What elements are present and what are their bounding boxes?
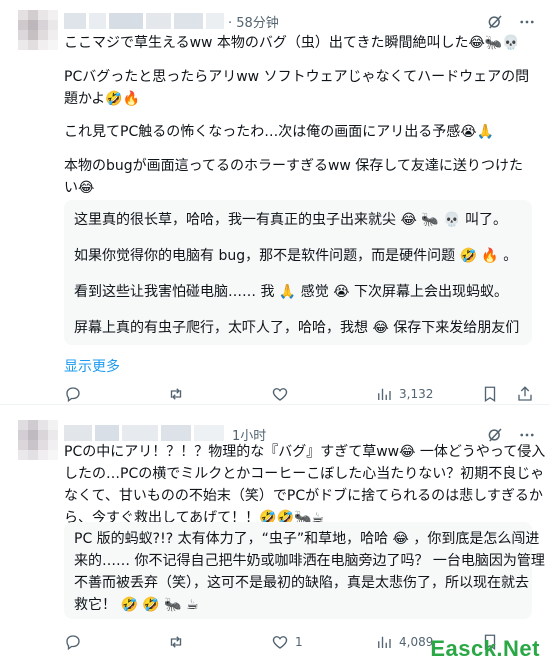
post-text-line: 本物のbugが画面這ってるのホラーすぎるww 保存して友達に送りつけたい😂 <box>64 158 524 196</box>
views-icon <box>378 388 391 400</box>
share-button[interactable] <box>516 385 534 403</box>
show-more-link[interactable]: 显示更多 <box>64 356 120 376</box>
more-options-icon[interactable] <box>518 13 536 31</box>
translation-line: PC 版的蚂蚁?!? 太有体力了，“虫子”和草地，哈哈 😂 ，你到底是怎么闯进 <box>74 531 540 547</box>
grok-icon[interactable] <box>486 13 504 31</box>
translation-box: PC 版的蚂蚁?!? 太有体力了，“虫子”和草地，哈哈 😂 ，你到底是怎么闯进 … <box>64 522 545 619</box>
views-icon <box>378 636 391 648</box>
translation-box: 这里真的很长草，哈哈，我一有真正的虫子出来就尖 😂 🐜 💀 叫了。 如果你觉得你… <box>64 200 532 345</box>
post-timestamp[interactable]: · 58分钟 <box>228 12 279 31</box>
translation-line: 这里真的很长草，哈哈，我一有真正的虫子出来就尖 😂 🐜 💀 叫了。 <box>74 212 508 228</box>
translation-line: 屏幕上真的有虫子爬行，太吓人了，哈哈，我想 😂 保存下来发给朋友们 <box>74 320 520 336</box>
reply-button[interactable] <box>64 633 82 651</box>
bookmark-button[interactable] <box>481 385 499 403</box>
views-count: 3,132 <box>399 387 434 401</box>
post-text-line: PCバグったと思ったらアリww ソフトウェアじゃなくてハードウェアの問題かよ🤣🔥 <box>64 69 530 107</box>
reply-post-2: 1小时 PCの中にアリ！？！？物理的な『バグ』すぎて草ww😂 一体どうやって侵入… <box>0 405 550 668</box>
like-count: 1 <box>295 635 303 649</box>
heart-icon <box>272 388 288 401</box>
heart-icon <box>272 636 288 649</box>
bookmark-icon <box>484 386 496 403</box>
views-button[interactable]: 4,089 <box>375 633 433 651</box>
reply-button[interactable] <box>64 385 82 403</box>
views-button[interactable]: 3,132 <box>375 385 433 403</box>
repost-icon <box>170 636 182 648</box>
post-text-line: なくて、甘いものの不始末（笑）でPCがドブに捨てられるのは悲しすぎるか <box>64 488 543 504</box>
repost-button[interactable] <box>167 385 185 403</box>
post-text-line: ここマジで草生えるww 本物のバグ（虫）出てきた瞬間絶叫した😂🐜💀 <box>64 35 520 51</box>
views-count: 4,089 <box>399 635 434 649</box>
translation-line: 不善而被丢弃（笑），这可不是最初的缺陷，真是太悲伤了，所以现在就去 <box>74 575 529 591</box>
reply-icon <box>66 635 80 651</box>
watermark-text: Easck.Net <box>430 636 540 661</box>
share-icon <box>518 386 532 401</box>
translation-line: 看到这些让我害怕碰电脑…… 我 🙏 感觉 😭 下次屏幕上会出现蚂蚁。 <box>74 284 509 300</box>
repost-button[interactable] <box>167 633 185 651</box>
translation-line: 如果你觉得你的电脑有 bug，那不是软件问题，而是硬件问题 🤣 🔥 。 <box>74 248 518 264</box>
post-text-line: したの…PCの横でミルクとかコーヒーこぼした心当たりない？初期不良じゃ <box>64 466 545 482</box>
reply-icon <box>66 387 80 403</box>
like-button[interactable]: 1 <box>271 633 303 651</box>
avatar[interactable] <box>18 420 58 460</box>
action-bar: 3,132 <box>64 385 534 405</box>
translation-line: 来的…… 你不记得自己把牛奶或咖啡洒在电脑旁边了吗？ 一台电脑因为管理 <box>74 553 545 569</box>
translation-line: 救它！ 🤣 🤣 🐜 ☕ <box>74 597 199 613</box>
display-name-blurred[interactable] <box>64 13 224 29</box>
avatar[interactable] <box>18 10 58 50</box>
post-text-line: これ見てPC触るの怖くなったわ…次は俺の画面にアリ出る予感😭🙏 <box>64 124 495 140</box>
like-button[interactable] <box>271 385 289 403</box>
display-name-blurred[interactable] <box>64 425 224 441</box>
reply-post-1: · 58分钟 ここマジで草生えるww 本物のバグ（虫）出てきた瞬間絶叫した😂🐜💀… <box>0 0 550 405</box>
post-text-line: PCの中にアリ！？！？物理的な『バグ』すぎて草ww😂 一体どうやって侵入 <box>64 444 546 460</box>
repost-icon <box>170 388 182 400</box>
